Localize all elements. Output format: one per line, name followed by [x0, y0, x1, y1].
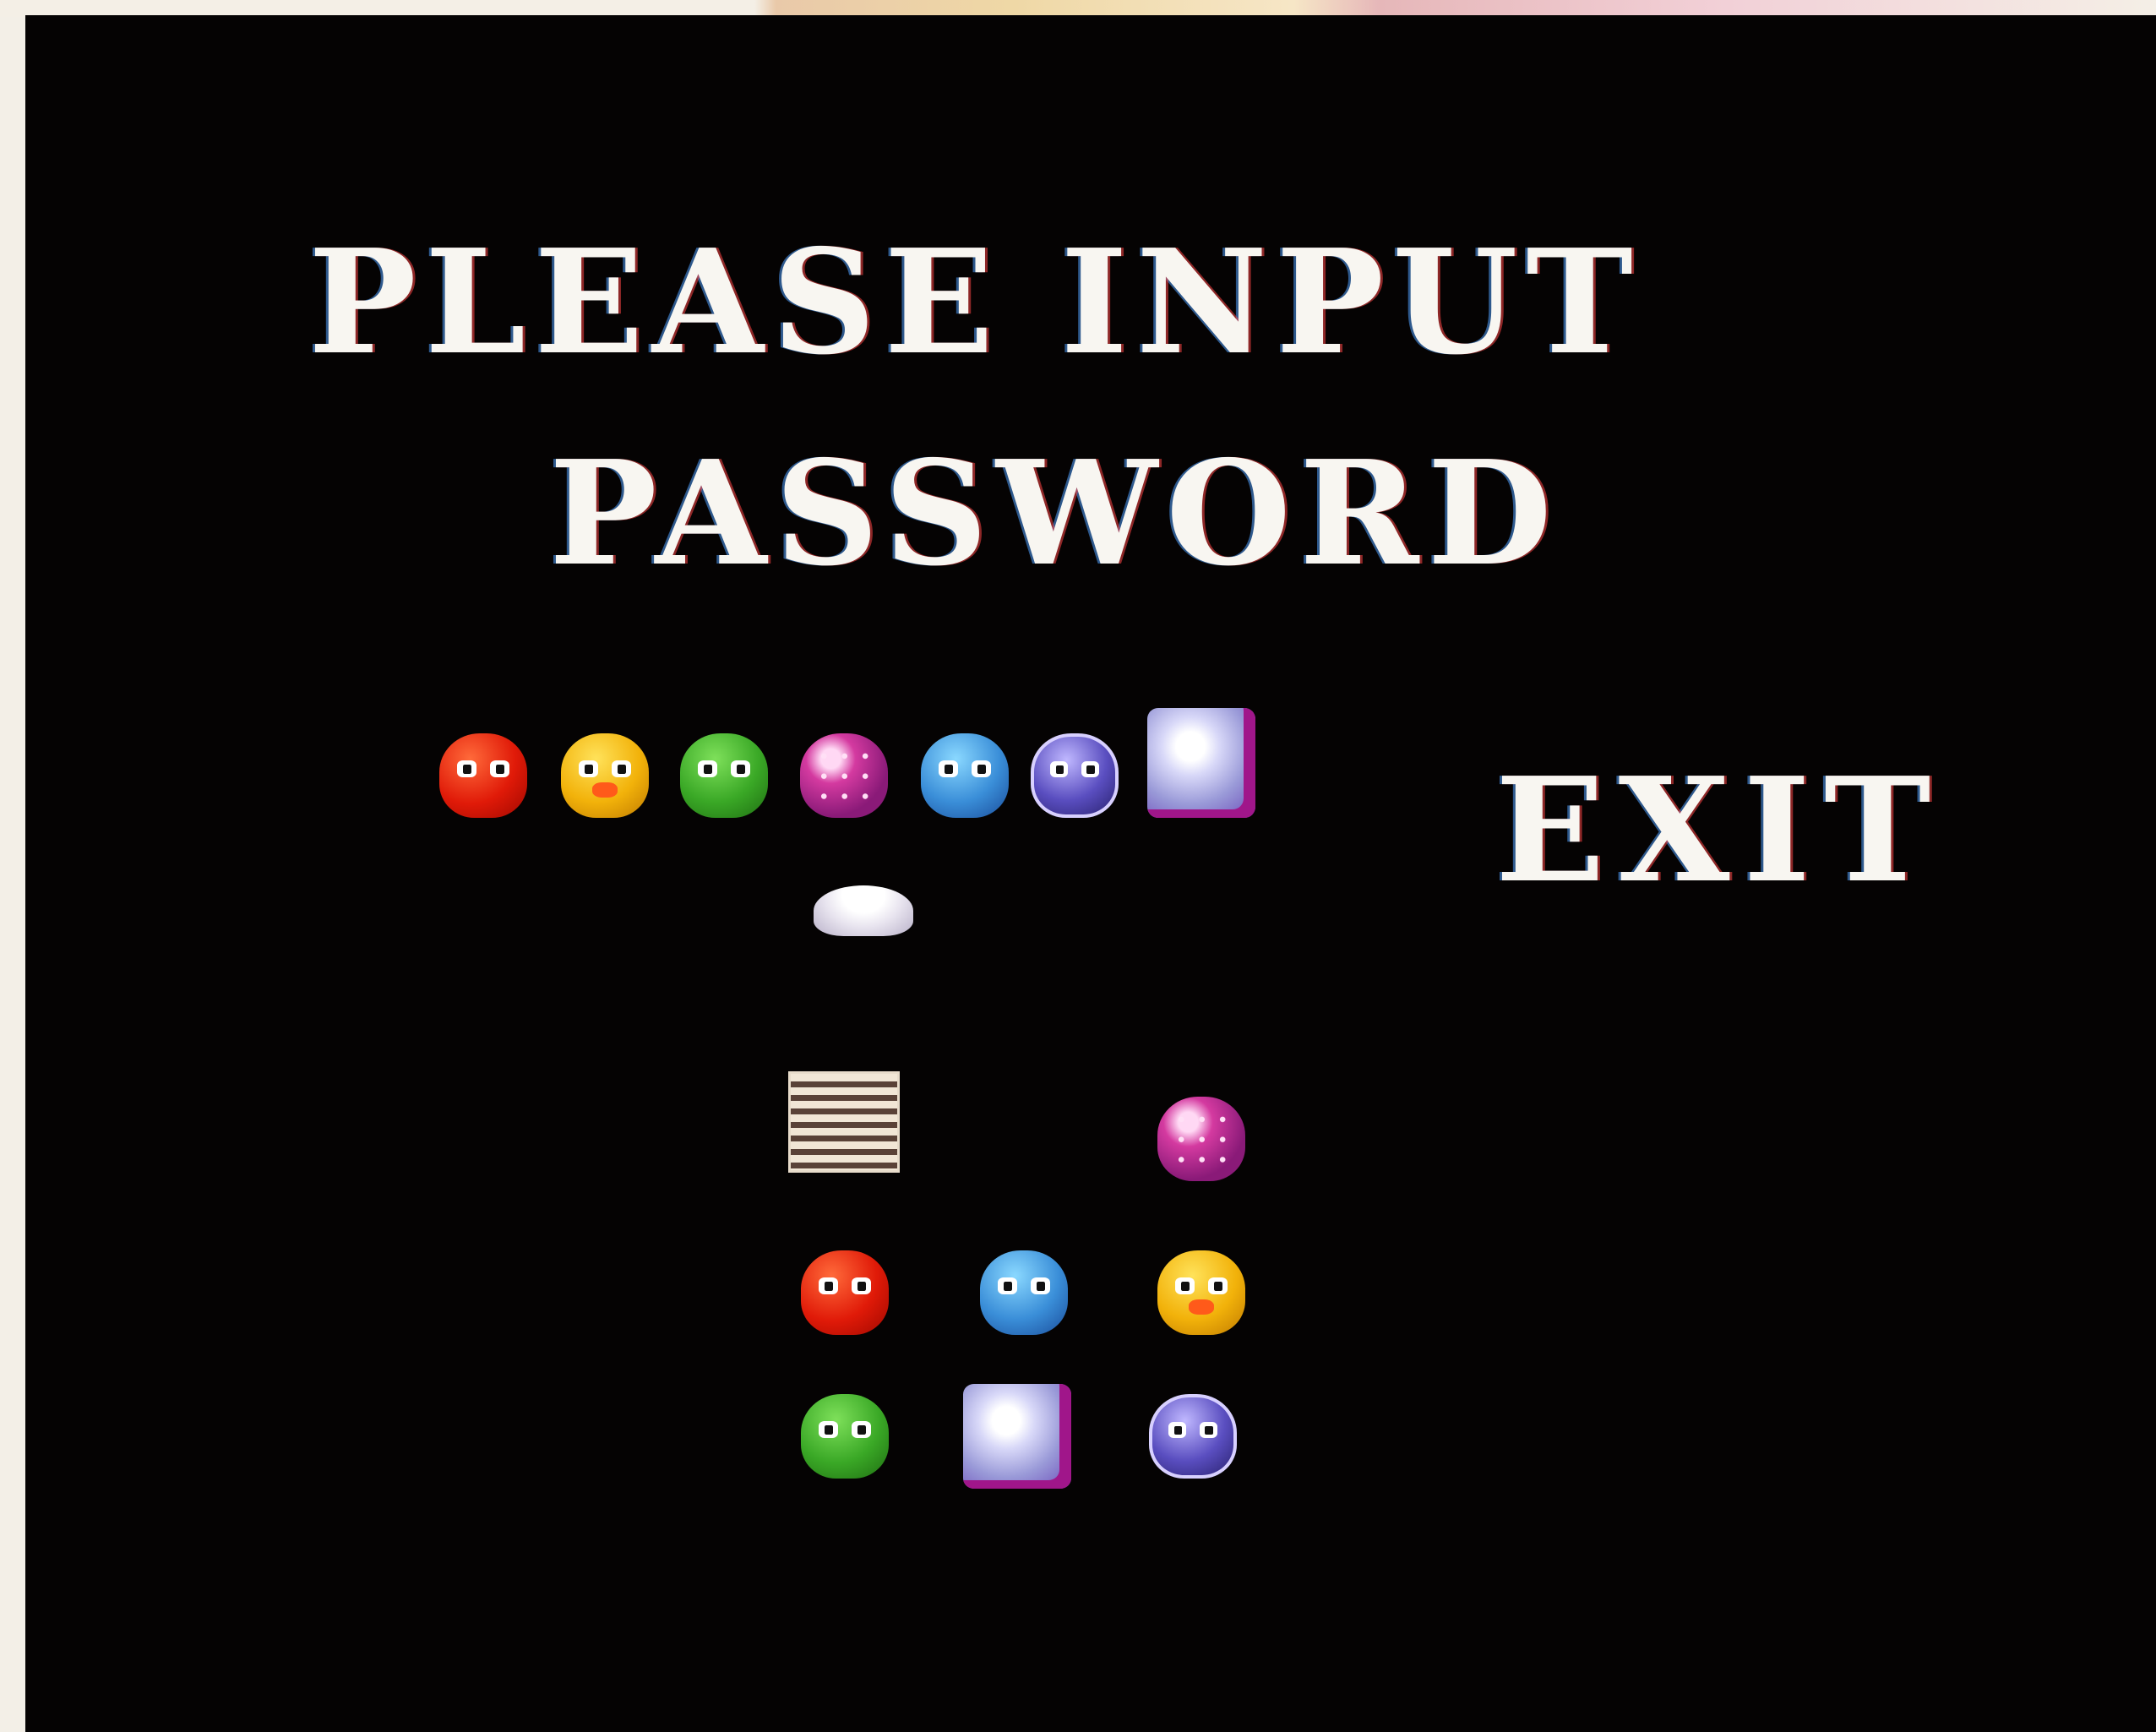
select-white-block-icon[interactable]: [1147, 708, 1255, 818]
eye-icon: [731, 760, 751, 777]
password-slot-blue-ghost-icon[interactable]: [980, 1250, 1068, 1335]
eye-icon: [818, 1421, 838, 1438]
select-pink-blob-icon[interactable]: [800, 733, 888, 818]
prompt-title-line-2: PASSWORD: [549, 429, 1560, 598]
magazine-page-edge: [0, 0, 2156, 17]
password-slot-purple-ghost-icon[interactable]: [1149, 1394, 1237, 1479]
eye-icon: [1031, 1277, 1051, 1294]
prompt-title-line-1: PLEASE INPUT: [308, 218, 1642, 387]
password-slot-yellow-duck-icon[interactable]: [1157, 1250, 1245, 1335]
exit-button[interactable]: EXIT: [1495, 759, 1945, 902]
password-slot-pink-blob-icon[interactable]: [1157, 1097, 1245, 1181]
beak-icon: [592, 782, 618, 798]
beak-icon: [1189, 1299, 1214, 1315]
eye-icon: [1199, 1422, 1217, 1438]
game-screen: PLEASE INPUT PASSWORD EXIT: [25, 15, 2156, 1732]
password-slot-green-frog-icon[interactable]: [801, 1394, 889, 1479]
magazine-scan: PLEASE INPUT PASSWORD EXIT: [0, 0, 2156, 1732]
eye-icon: [1168, 1422, 1187, 1438]
eye-icon: [1081, 761, 1099, 777]
select-blue-ghost-icon[interactable]: [921, 733, 1009, 818]
select-purple-ghost-icon[interactable]: [1031, 733, 1119, 818]
eye-icon: [852, 1421, 872, 1438]
eye-icon: [490, 760, 510, 777]
select-green-frog-icon[interactable]: [680, 733, 768, 818]
eye-icon: [1174, 1277, 1195, 1294]
password-slot-striped-block-icon[interactable]: [788, 1071, 900, 1173]
password-slot-white-block-icon[interactable]: [963, 1384, 1071, 1489]
eye-icon: [612, 760, 632, 777]
select-yellow-duck-icon[interactable]: [561, 733, 649, 818]
eye-icon: [1050, 761, 1069, 777]
eye-icon: [1208, 1277, 1228, 1294]
eye-icon: [997, 1277, 1017, 1294]
select-red-blob-icon[interactable]: [439, 733, 527, 818]
cloud-cursor-icon: [814, 885, 913, 936]
eye-icon: [852, 1277, 872, 1294]
eye-icon: [972, 760, 992, 777]
eye-icon: [456, 760, 476, 777]
password-slot-red-blob-icon[interactable]: [801, 1250, 889, 1335]
eye-icon: [697, 760, 717, 777]
eye-icon: [938, 760, 958, 777]
eye-icon: [578, 760, 598, 777]
eye-icon: [818, 1277, 838, 1294]
